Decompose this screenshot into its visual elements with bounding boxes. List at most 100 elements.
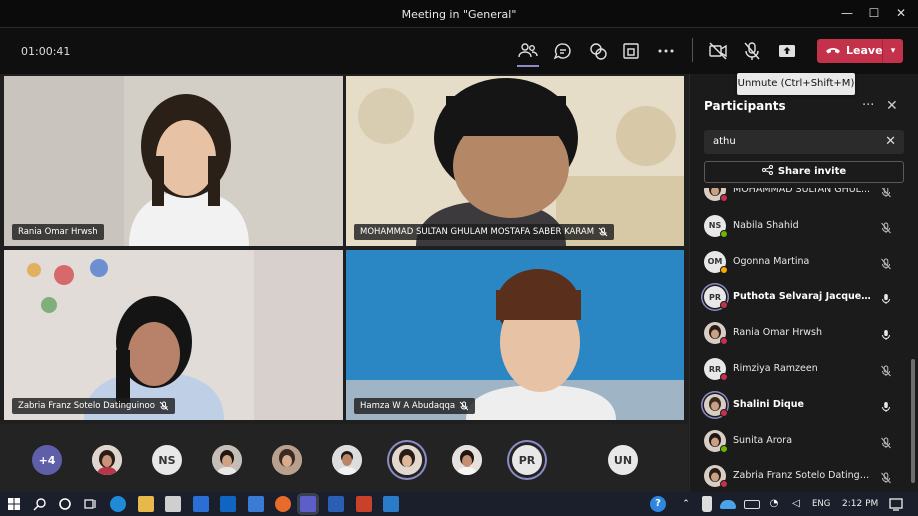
title-bar: Meeting in "General" — ☐ ✕ [0, 0, 918, 28]
panel-more-button[interactable]: ··· [862, 98, 874, 113]
avatar[interactable] [92, 445, 122, 475]
participant-row[interactable]: NS Nabila Shahid [704, 209, 904, 245]
language-indicator[interactable]: ENG [812, 499, 830, 509]
mail-app-icon[interactable] [248, 496, 264, 512]
presence-status-icon [720, 480, 728, 489]
participant-row[interactable]: PRPuthota Selvaraj Jacqueline ... [704, 280, 904, 316]
mic-icon[interactable] [880, 326, 892, 341]
meeting-toolbar: 01:00:41 Leave ▾ [0, 28, 918, 74]
video-app-icon[interactable] [383, 496, 399, 512]
presence-status-icon [720, 337, 728, 346]
cortana-icon[interactable] [57, 496, 73, 512]
share-invite-button[interactable]: Share invite [704, 161, 904, 183]
participants-icon[interactable] [517, 40, 539, 67]
search-icon[interactable] [32, 496, 48, 512]
participant-row[interactable]: Zabria Franz Sotelo Datinguin... [704, 459, 904, 492]
wifi-icon[interactable]: ◔ [766, 496, 782, 512]
meeting-timer: 01:00:41 [21, 45, 71, 58]
chevron-up-icon[interactable]: ⌃ [678, 496, 694, 512]
avatar[interactable] [272, 445, 302, 475]
participant-name: Zabria Franz Sotelo Datinguin... [733, 470, 873, 482]
overflow-count[interactable]: +4 [32, 445, 62, 475]
mic-off-icon[interactable] [880, 219, 892, 234]
mic-off-icon[interactable] [880, 188, 892, 198]
share-icon [761, 165, 773, 175]
participant-search-input[interactable]: athu ✕ [704, 130, 904, 154]
presence-status-icon [720, 444, 728, 453]
participant-row[interactable]: Rania Omar Hrwsh [704, 316, 904, 352]
participant-name-label: Rania Omar Hrwsh [12, 224, 104, 240]
taskbar-clock[interactable]: 2:12 PM [842, 499, 878, 509]
chat-icon[interactable] [552, 40, 574, 62]
participant-name: Nabila Shahid [733, 219, 799, 231]
store-icon[interactable] [165, 496, 181, 512]
mic-off-icon[interactable] [880, 469, 892, 484]
video-feed [4, 76, 343, 246]
more-icon[interactable] [655, 40, 677, 62]
mic-off-icon[interactable] [880, 434, 892, 448]
notifications-icon[interactable] [888, 496, 904, 512]
participant-name: Rania Omar Hrwsh [733, 327, 822, 339]
avatar[interactable]: NS [152, 445, 182, 475]
participant-name: Sunita Arora [733, 434, 793, 446]
leave-dropdown-button[interactable]: ▾ [882, 39, 903, 63]
video-tile[interactable]: MOHAMMAD SULTAN GHULAM MOSTAFA SABER KAR… [346, 76, 684, 246]
file-explorer-icon[interactable] [138, 496, 154, 512]
avatar[interactable]: UN [608, 445, 638, 475]
teams-icon[interactable] [300, 496, 316, 512]
task-view-icon[interactable] [82, 496, 98, 512]
maximize-button[interactable]: ☐ [863, 4, 885, 22]
video-feed [346, 250, 684, 420]
share-content-icon[interactable] [776, 40, 798, 62]
avatar[interactable] [452, 445, 482, 475]
volume-icon[interactable]: ◁ [788, 496, 804, 512]
participant-name: Shalini Dique [733, 398, 805, 410]
usb-icon[interactable] [702, 496, 712, 512]
close-window-button[interactable]: ✕ [890, 4, 912, 22]
edge-icon[interactable] [110, 496, 126, 512]
video-feed [4, 250, 343, 420]
battery-icon[interactable] [744, 500, 760, 509]
mail-icon[interactable] [193, 496, 209, 512]
participant-name: Rimziya Ramzeen [733, 363, 818, 374]
participant-strip: +4 NS PR UN [0, 424, 688, 492]
participant-row[interactable]: Shalini Dique [704, 388, 904, 424]
mic-off-icon[interactable] [741, 40, 763, 62]
avatar[interactable]: PR [512, 445, 542, 475]
windows-start-icon[interactable] [6, 496, 22, 512]
panel-title: Participants [704, 99, 786, 113]
toolbar-separator [692, 38, 693, 62]
word-icon[interactable] [328, 496, 344, 512]
paint-icon[interactable] [275, 496, 291, 512]
mic-off-icon[interactable] [880, 255, 892, 269]
participant-row[interactable]: OM Ogonna Martina [704, 245, 904, 281]
teams-meeting-window: Meeting in "General" — ☐ ✕ 01:00:41 Leav… [0, 0, 918, 516]
participant-row[interactable]: MOHAMMAD SULTAN GHUL... [704, 188, 904, 209]
clear-search-button[interactable]: ✕ [885, 130, 896, 154]
panel-close-button[interactable]: ✕ [886, 98, 898, 114]
outlook-icon[interactable] [220, 496, 236, 512]
mic-icon[interactable] [880, 290, 892, 305]
participant-row[interactable]: Sunita Arora [704, 424, 904, 460]
video-tile[interactable]: Hamza W A Abudaqqa [346, 250, 684, 420]
powerpoint-icon[interactable] [356, 496, 372, 512]
presence-status-icon [720, 301, 728, 310]
mic-off-icon[interactable] [880, 362, 892, 377]
mic-off-icon [159, 401, 169, 411]
avatar[interactable] [392, 445, 422, 475]
video-tile[interactable]: Zabria Franz Sotelo Datinguinoo [4, 250, 343, 420]
help-badge-icon[interactable]: ? [650, 496, 666, 512]
leave-button[interactable]: Leave ▾ [817, 39, 903, 63]
share-tray-icon[interactable] [620, 40, 642, 62]
onedrive-icon[interactable] [720, 500, 736, 509]
avatar[interactable] [212, 445, 242, 475]
camera-off-icon[interactable] [707, 40, 729, 62]
presence-status-icon [720, 194, 728, 202]
participant-row[interactable]: RR Rimziya Ramzeen [704, 352, 904, 388]
video-tile[interactable]: Rania Omar Hrwsh [4, 76, 343, 246]
avatar[interactable] [332, 445, 362, 475]
reactions-icon[interactable] [587, 40, 609, 62]
panel-scrollbar[interactable] [911, 359, 915, 483]
minimize-button[interactable]: — [836, 4, 858, 22]
mic-icon[interactable] [880, 398, 892, 412]
